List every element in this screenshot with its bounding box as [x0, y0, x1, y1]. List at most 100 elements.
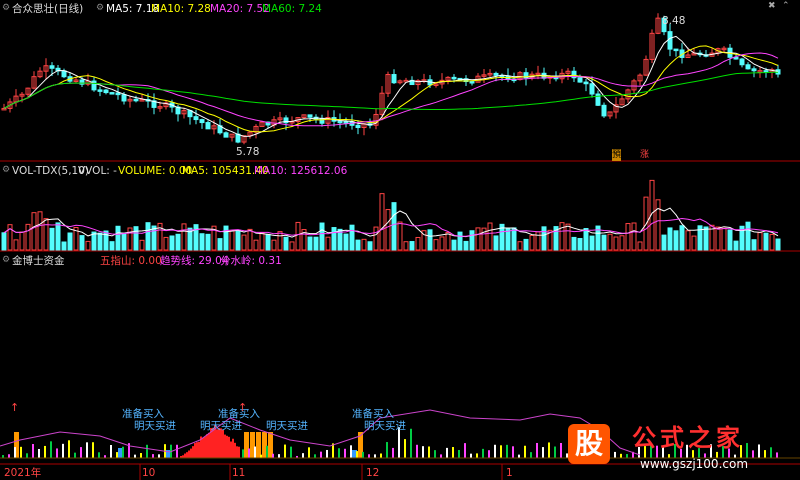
x-label-jan: 1	[506, 467, 513, 479]
candle-body	[109, 92, 115, 95]
volume-bar	[571, 236, 577, 251]
volume-bar	[277, 231, 283, 251]
fund-bar	[548, 442, 550, 458]
fund-bar	[470, 453, 472, 458]
fund-bar	[222, 429, 224, 458]
volume-bar	[433, 239, 439, 251]
volume-bar	[745, 221, 751, 251]
volume-bar	[115, 225, 121, 251]
volume-bar	[247, 228, 253, 251]
volume-bar	[31, 212, 37, 251]
fund-bar	[440, 454, 442, 458]
fund-bar	[206, 434, 208, 458]
candle-body	[577, 77, 583, 83]
fund-bar	[434, 450, 436, 458]
volume-bar	[427, 229, 433, 251]
volume-bar	[451, 239, 457, 251]
volume-bar	[331, 227, 337, 251]
fund-bar	[362, 451, 364, 458]
volume-bar	[559, 222, 565, 251]
candle-body	[343, 120, 349, 124]
x-label-dec: 12	[366, 467, 380, 479]
volume-bar	[415, 236, 421, 251]
volume-bar	[775, 238, 781, 251]
fund-bar	[272, 453, 274, 458]
volume-bar	[511, 227, 517, 251]
fund-bar	[368, 454, 370, 458]
ind-settings-icon[interactable]: ⚙	[2, 255, 10, 265]
volume-bar	[283, 236, 289, 251]
volume-bar	[199, 233, 205, 251]
candle-body	[667, 31, 673, 50]
volume-bar	[505, 228, 511, 251]
candle-body	[205, 122, 211, 130]
candle-body	[199, 119, 205, 124]
x-label-oct: 10	[142, 467, 156, 479]
fund-bar	[626, 454, 628, 458]
fund-bar	[80, 447, 82, 458]
fund-bar	[236, 446, 238, 458]
volume-bar	[217, 238, 223, 251]
fund-bar	[110, 444, 112, 458]
ma10-value: MA10: 7.28	[151, 3, 211, 15]
volume-bar	[289, 241, 295, 251]
volume-bar	[253, 239, 259, 251]
volume-bar	[487, 222, 493, 251]
fund-bar	[380, 453, 382, 458]
candle-body	[583, 81, 589, 85]
candle-body	[223, 132, 229, 138]
fund-bar	[614, 451, 616, 458]
x-label-year: 2021年	[4, 467, 42, 479]
fund-bar	[254, 446, 256, 458]
close-circle-icon[interactable]: ✖	[768, 1, 776, 11]
high-price-label: 8.48	[662, 15, 686, 27]
volume-bar	[667, 227, 673, 251]
indicator-title: 金博士资金	[12, 255, 65, 267]
fund-bar	[196, 442, 198, 458]
candle-body	[451, 76, 457, 80]
fund-bar	[764, 450, 766, 458]
fund-bar	[416, 444, 418, 458]
fund-bar	[308, 447, 310, 458]
fund-bar	[188, 450, 190, 458]
candle-body	[61, 70, 67, 78]
candle-body	[97, 89, 103, 92]
fund-bar	[338, 448, 340, 458]
fund-bar	[176, 444, 178, 458]
volume-bar	[13, 239, 19, 251]
volume-bar	[691, 235, 697, 251]
volume-bar	[325, 236, 331, 251]
vvol-value: VVOL: -	[78, 165, 117, 177]
settings-circle-icon[interactable]: ⚙	[2, 3, 10, 13]
collapse-icon[interactable]: ⌃	[782, 1, 790, 11]
up-arrow-icon: ↑	[10, 401, 20, 414]
fund-bar	[194, 443, 196, 458]
volume-bar	[727, 229, 733, 251]
fund-bar	[134, 454, 136, 458]
vol-settings-icon[interactable]: ⚙	[2, 165, 10, 175]
volume-bar	[259, 232, 265, 251]
candle-body	[193, 116, 199, 121]
volume-bar	[535, 231, 541, 251]
fund-bar	[266, 445, 268, 458]
fund-bar	[392, 447, 394, 458]
fund-bar	[530, 452, 532, 458]
fund-bar	[512, 446, 514, 458]
fund-bar	[260, 454, 262, 458]
volume-bar	[541, 226, 547, 251]
fund-bar	[208, 432, 210, 458]
fund-bar	[14, 447, 16, 458]
candle-body	[355, 124, 361, 129]
volume-bar	[715, 226, 721, 251]
fund-bar	[464, 443, 466, 458]
candle-body	[601, 104, 607, 117]
volume-bar	[205, 233, 211, 251]
candle-body	[133, 98, 139, 102]
fund-bar	[488, 450, 490, 458]
fund-bar	[518, 454, 520, 458]
ma-settings-icon[interactable]: ⚙	[96, 3, 104, 13]
volume-bar	[349, 224, 355, 251]
fund-bar	[212, 427, 214, 458]
fund-bar	[482, 448, 484, 458]
fund-bar	[74, 452, 76, 458]
